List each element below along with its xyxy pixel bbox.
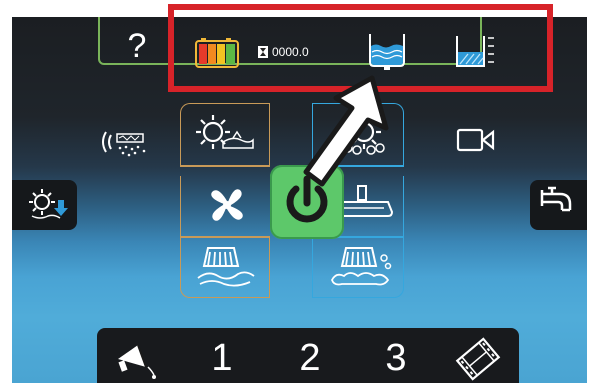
- announcement-icon[interactable]: [112, 337, 160, 381]
- divider: [180, 236, 270, 238]
- foam-brush-icon[interactable]: [326, 112, 392, 158]
- scrub-brush-icon[interactable]: [194, 244, 260, 290]
- hour-counter: 0000.0: [258, 41, 309, 63]
- preset-2-button[interactable]: 2: [290, 336, 330, 380]
- preset-3-button[interactable]: 3: [376, 336, 416, 380]
- faucet-tab[interactable]: [530, 180, 587, 230]
- preset-1-button[interactable]: 1: [202, 336, 242, 380]
- detergent-brush-icon[interactable]: [193, 112, 259, 158]
- film-icon[interactable]: [455, 337, 501, 381]
- side-brush-tab[interactable]: [12, 180, 77, 230]
- counter-value: 0000.0: [272, 45, 309, 59]
- hourglass-icon: [258, 46, 268, 58]
- battery-icon: [195, 38, 239, 68]
- divider: [180, 165, 270, 167]
- power-icon: [286, 175, 328, 223]
- faucet-icon: [540, 186, 572, 212]
- side-brush-icon: [29, 189, 68, 219]
- noise-level-icon[interactable]: [100, 124, 154, 164]
- vacuum-fan-icon[interactable]: [204, 182, 250, 228]
- clean-water-tank-icon: [366, 32, 408, 72]
- camera-icon[interactable]: [456, 128, 496, 152]
- help-button[interactable]: ?: [122, 26, 152, 66]
- power-button[interactable]: [270, 165, 344, 239]
- foam-scrub-icon[interactable]: [328, 244, 394, 290]
- dirty-water-tank-icon: [454, 34, 498, 72]
